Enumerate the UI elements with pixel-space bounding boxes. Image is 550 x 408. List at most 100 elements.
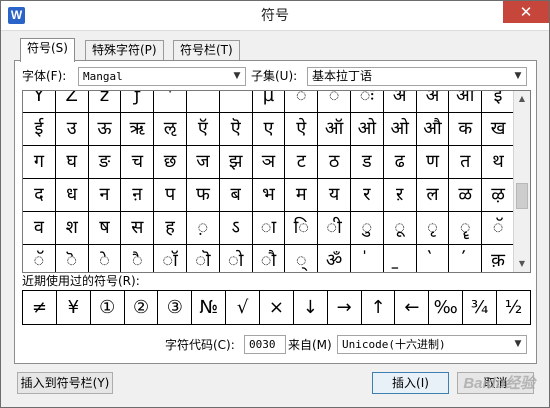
- symbol-cell[interactable]: ण: [416, 146, 450, 179]
- recent-symbol-cell[interactable]: ←: [395, 291, 430, 324]
- symbol-cell[interactable]: ध: [55, 179, 89, 212]
- symbol-cell[interactable]: ी: [318, 212, 351, 245]
- symbol-cell[interactable]: फ: [186, 179, 220, 212]
- symbol-cell[interactable]: ॊ: [187, 245, 220, 272]
- symbol-cell[interactable]: ई: [23, 113, 56, 146]
- symbol-cell[interactable]: ञ: [252, 146, 286, 179]
- tab-symbols[interactable]: 符号(S): [20, 38, 75, 62]
- symbol-cell[interactable]: थ: [482, 146, 515, 179]
- symbol-cell[interactable]: औ: [416, 113, 450, 146]
- symbol-cell[interactable]: ॑: [351, 245, 384, 272]
- symbol-cell[interactable]: प: [154, 179, 187, 212]
- symbol-cell[interactable]: ◌ृ: [416, 212, 450, 245]
- recent-symbol-cell[interactable]: ≠: [23, 291, 57, 324]
- recent-symbol-cell[interactable]: ½: [497, 291, 530, 324]
- recent-symbol-cell[interactable]: ¥: [57, 291, 91, 324]
- symbol-cell[interactable]: ◌ँ: [318, 91, 351, 113]
- symbol-cell[interactable]: ऎ: [219, 113, 253, 146]
- symbol-cell[interactable]: ठ: [318, 146, 351, 179]
- symbol-cell[interactable]: ऴ: [482, 179, 515, 212]
- symbol-cell[interactable]: आ: [449, 91, 483, 113]
- symbol-cell[interactable]: ॅ: [23, 245, 56, 272]
- symbol-cell[interactable]: µ: [252, 91, 286, 113]
- scrollbar-thumb[interactable]: [516, 183, 528, 209]
- symbol-cell[interactable]: ॆ: [56, 245, 89, 272]
- symbol-cell[interactable]: ॐ: [318, 245, 351, 272]
- symbol-cell[interactable]: ऩ: [121, 179, 155, 212]
- symbol-cell[interactable]: घ: [55, 146, 89, 179]
- symbol-cell[interactable]: ॔: [449, 245, 483, 272]
- symbol-cell[interactable]: छ: [154, 146, 187, 179]
- symbol-cell[interactable]: ◌ू: [383, 212, 417, 245]
- symbol-cell[interactable]: न: [88, 179, 122, 212]
- symbol-cell[interactable]: अं: [383, 91, 417, 113]
- symbol-cell[interactable]: ॉ: [154, 245, 187, 272]
- symbol-cell[interactable]: ◌ं: [285, 91, 319, 113]
- symbol-grid-scrollbar[interactable]: ▲ ▼: [513, 91, 530, 272]
- symbol-cell[interactable]: ˜: [219, 91, 253, 113]
- symbol-cell[interactable]: ढ: [383, 146, 417, 179]
- symbol-cell[interactable]: च: [121, 146, 155, 179]
- symbol-cell[interactable]: ऱ: [383, 179, 417, 212]
- symbol-cell[interactable]: Y: [23, 91, 56, 113]
- symbol-cell[interactable]: अ: [416, 91, 450, 113]
- symbol-cell[interactable]: ॓: [417, 245, 450, 272]
- symbol-cell[interactable]: ऊ: [88, 113, 122, 146]
- symbol-cell[interactable]: ष: [88, 212, 122, 245]
- symbol-cell[interactable]: ौ: [253, 245, 286, 272]
- symbol-cell[interactable]: ग: [23, 146, 56, 179]
- symbol-cell[interactable]: ऽ: [219, 212, 253, 245]
- symbol-cell[interactable]: ◌ॅ: [482, 212, 515, 245]
- symbol-cell[interactable]: ऍ: [186, 113, 220, 146]
- close-button[interactable]: ✕: [503, 1, 549, 23]
- symbol-cell[interactable]: त: [449, 146, 483, 179]
- symbol-cell[interactable]: ा: [252, 212, 286, 245]
- symbol-cell[interactable]: ऋ: [121, 113, 155, 146]
- symbol-cell[interactable]: ड: [350, 146, 384, 179]
- tab-special-chars[interactable]: 特殊字符(P): [85, 40, 164, 60]
- symbol-cell[interactable]: य: [318, 179, 351, 212]
- symbol-cell[interactable]: द: [23, 179, 56, 212]
- symbol-cell[interactable]: ƒ: [121, 91, 155, 113]
- symbol-cell[interactable]: ˈ: [154, 91, 187, 113]
- symbol-cell[interactable]: ह: [154, 212, 187, 245]
- symbol-cell[interactable]: ओ: [383, 113, 417, 146]
- symbol-cell[interactable]: म: [285, 179, 319, 212]
- recent-symbol-cell[interactable]: ↑: [362, 291, 396, 324]
- subset-select[interactable]: 基本拉丁语 ▼: [307, 67, 527, 86]
- symbol-cell[interactable]: ख: [482, 113, 515, 146]
- symbol-cell[interactable]: ङ: [88, 146, 122, 179]
- recent-symbol-cell[interactable]: ×: [260, 291, 294, 324]
- symbol-cell[interactable]: ˆ: [186, 91, 220, 113]
- symbol-cell[interactable]: ज: [186, 146, 220, 179]
- symbol-cell[interactable]: भ: [252, 179, 286, 212]
- char-code-input[interactable]: 0030: [244, 335, 286, 354]
- symbol-cell[interactable]: ो: [220, 245, 253, 272]
- symbol-cell[interactable]: स: [121, 212, 155, 245]
- symbol-cell[interactable]: ऌ: [154, 113, 187, 146]
- symbol-cell[interactable]: ॒: [384, 245, 417, 272]
- symbol-cell[interactable]: श: [55, 212, 89, 245]
- symbol-cell[interactable]: Z: [55, 91, 89, 113]
- symbol-cell[interactable]: ि: [285, 212, 319, 245]
- symbol-cell[interactable]: ◌ः: [350, 91, 384, 113]
- tab-symbol-bar[interactable]: 符号栏(T): [173, 40, 240, 60]
- symbol-cell[interactable]: ्: [285, 245, 319, 272]
- insert-to-symbol-bar-button[interactable]: 插入到符号栏(Y): [17, 372, 113, 394]
- scroll-down-arrow-icon[interactable]: ▼: [514, 256, 530, 272]
- cancel-button[interactable]: 取消: [457, 372, 534, 394]
- recent-symbol-cell[interactable]: √: [226, 291, 261, 324]
- symbol-cell[interactable]: ए: [252, 113, 286, 146]
- symbol-cell[interactable]: उ: [55, 113, 89, 146]
- font-select[interactable]: Mangal ▼: [78, 67, 246, 86]
- scroll-up-arrow-icon[interactable]: ▲: [514, 91, 530, 107]
- from-select[interactable]: Unicode(十六进制) ▼: [337, 335, 527, 354]
- symbol-cell[interactable]: ž: [88, 91, 122, 113]
- recent-symbol-cell[interactable]: ‰: [429, 291, 464, 324]
- symbol-cell[interactable]: व: [23, 212, 56, 245]
- symbol-cell[interactable]: ट: [285, 146, 319, 179]
- symbol-cell[interactable]: इ: [482, 91, 515, 113]
- recent-symbol-cell[interactable]: ¾: [463, 291, 498, 324]
- symbol-cell[interactable]: ऑ: [318, 113, 351, 146]
- symbol-cell[interactable]: क: [449, 113, 483, 146]
